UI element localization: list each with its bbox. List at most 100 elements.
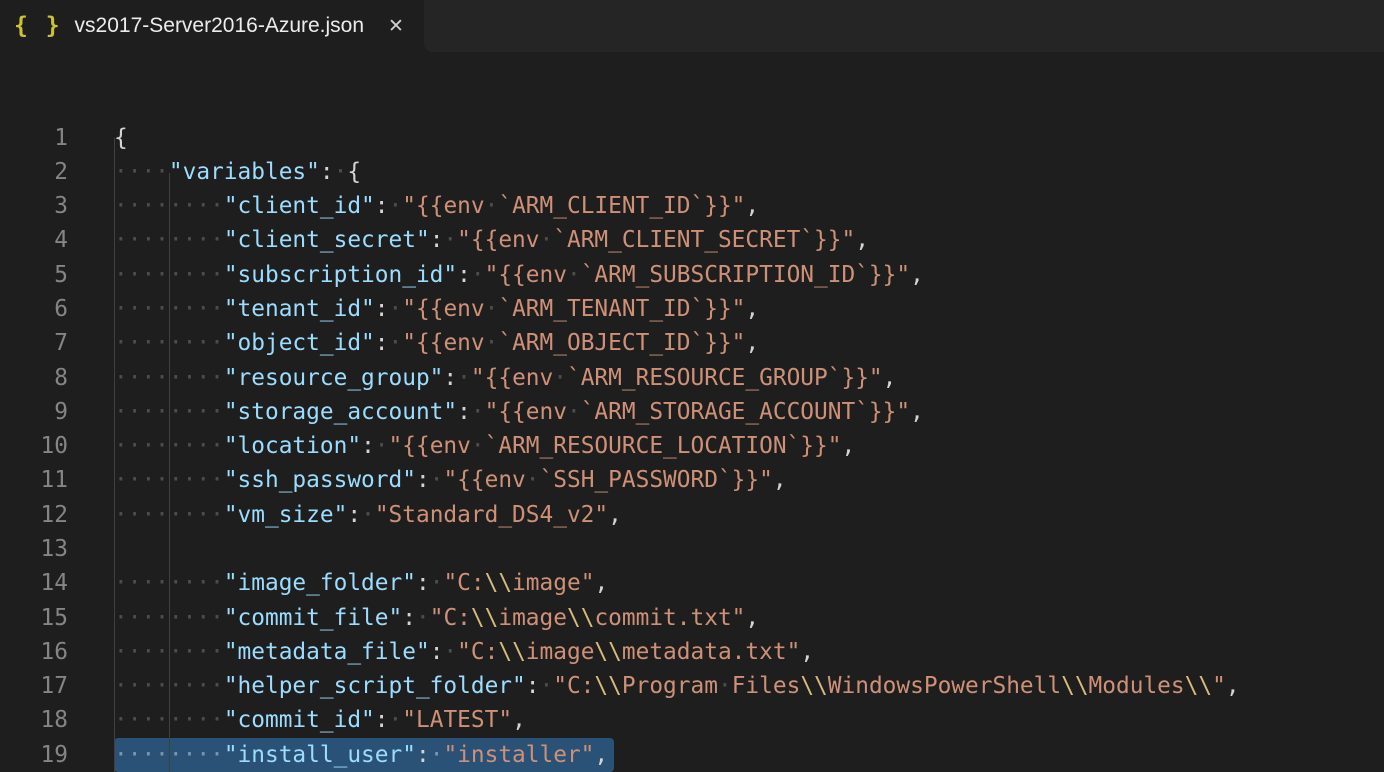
- line-number[interactable]: 7: [0, 326, 68, 360]
- code-token: "image_folder": [224, 570, 416, 596]
- code-line[interactable]: ········"object_id":·"{{env·`ARM_OBJECT_…: [114, 326, 759, 360]
- line-number[interactable]: 13: [0, 532, 68, 566]
- code-token: image: [498, 605, 567, 631]
- code-token: "{{env: [402, 330, 484, 356]
- line-number[interactable]: 10: [0, 429, 68, 463]
- code-token: ,: [800, 639, 814, 665]
- code-line[interactable]: ········"commit_file":·"C:\\image\\commi…: [114, 601, 759, 635]
- code-line[interactable]: ········"image_folder":·"C:\\image",: [114, 566, 608, 600]
- editor-row: 9········"storage_account":·"{{env·`ARM_…: [0, 395, 1384, 429]
- code-token: `ARM_STORAGE_ACCOUNT`}}": [581, 399, 910, 425]
- line-number[interactable]: 5: [0, 258, 68, 292]
- code-line[interactable]: ········"ssh_password":·"{{env·`SSH_PASS…: [114, 463, 787, 497]
- editor-row: 17········"helper_script_folder":·"C:\\P…: [0, 669, 1384, 703]
- code-line[interactable]: ········"install_user":·"installer",: [114, 738, 614, 772]
- line-number[interactable]: 11: [0, 463, 68, 497]
- code-token: "resource_group": [224, 365, 444, 391]
- code-token: :: [443, 365, 457, 391]
- line-number[interactable]: 3: [0, 189, 68, 223]
- editor-row: 5········"subscription_id":·"{{env·`ARM_…: [0, 258, 1384, 292]
- code-token: commit.txt": [594, 605, 745, 631]
- code-line[interactable]: ········"subscription_id":·"{{env·`ARM_S…: [114, 258, 924, 292]
- line-number[interactable]: 18: [0, 703, 68, 737]
- line-number[interactable]: 15: [0, 601, 68, 635]
- code-token: "vm_size": [224, 502, 348, 528]
- tab-bar: { } vs2017-Server2016-Azure.json ✕: [0, 0, 1384, 52]
- code-line[interactable]: ········"client_secret":·"{{env·`ARM_CLI…: [114, 223, 869, 257]
- code-token: \\: [1185, 673, 1212, 699]
- code-line[interactable]: ····"variables":·{: [114, 155, 361, 189]
- code-token: {: [347, 159, 361, 185]
- editor-row: 3········"client_id":·"{{env·`ARM_CLIENT…: [0, 189, 1384, 223]
- code-token: "{{env: [471, 365, 553, 391]
- code-token: "LATEST": [402, 707, 512, 733]
- whitespace-dots: ·: [567, 399, 581, 425]
- code-token: ,: [512, 707, 526, 733]
- line-number[interactable]: 9: [0, 395, 68, 429]
- tab-close-icon[interactable]: ✕: [388, 17, 404, 36]
- line-number[interactable]: 4: [0, 223, 68, 257]
- code-line[interactable]: ········"tenant_id":·"{{env·`ARM_TENANT_…: [114, 292, 759, 326]
- code-line[interactable]: ········"client_id":·"{{env·`ARM_CLIENT_…: [114, 189, 759, 223]
- code-token: :: [526, 673, 540, 699]
- code-token: \\: [567, 605, 594, 631]
- line-number[interactable]: 8: [0, 361, 68, 395]
- code-token: "{{env: [402, 296, 484, 322]
- code-line[interactable]: ········"location":·"{{env·`ARM_RESOURCE…: [114, 429, 855, 463]
- code-token: ,: [745, 330, 759, 356]
- whitespace-dots: ·: [389, 296, 403, 322]
- indent-guide: [114, 138, 115, 772]
- whitespace-dots: ·: [430, 467, 444, 493]
- code-token: ,: [883, 365, 897, 391]
- code-token: "Standard_DS4_v2": [375, 502, 608, 528]
- code-token: :: [416, 570, 430, 596]
- line-number[interactable]: 12: [0, 498, 68, 532]
- code-line[interactable]: ········"vm_size":·"Standard_DS4_v2",: [114, 498, 622, 532]
- code-token: "{{env: [457, 227, 539, 253]
- whitespace-dots: ·: [540, 673, 554, 699]
- code-token: `ARM_SUBSCRIPTION_ID`}}": [581, 262, 910, 288]
- code-line[interactable]: ········"helper_script_folder":·"C:\\Pro…: [114, 669, 1240, 703]
- code-token: :: [457, 399, 471, 425]
- tab-active-json-file[interactable]: { } vs2017-Server2016-Azure.json ✕: [0, 0, 424, 52]
- line-number[interactable]: 17: [0, 669, 68, 703]
- code-token: WindowsPowerShell: [828, 673, 1061, 699]
- whitespace-dots: ·: [526, 467, 540, 493]
- line-number[interactable]: 19: [0, 738, 68, 772]
- tab-title: vs2017-Server2016-Azure.json: [75, 14, 365, 38]
- code-token: ,: [910, 399, 924, 425]
- code-editor[interactable]: 1 {2 ····"variables":·{ 3 · · · · · · · · "client_id…: [0, 52, 1384, 772]
- code-token: "C:: [553, 673, 594, 699]
- code-line[interactable]: ········"metadata_file":·"C:\\image\\met…: [114, 635, 814, 669]
- line-number[interactable]: 1: [0, 121, 68, 155]
- code-token: :: [375, 707, 389, 733]
- line-number[interactable]: 2: [0, 155, 68, 189]
- code-token: "C:: [443, 570, 484, 596]
- code-token: ": [1212, 673, 1226, 699]
- code-token: "subscription_id": [224, 262, 457, 288]
- code-token: "install_user": [224, 742, 416, 768]
- code-line[interactable]: ········"storage_account":·"{{env·`ARM_S…: [114, 395, 924, 429]
- whitespace-dots: ·: [443, 639, 457, 665]
- whitespace-dots: ·: [485, 193, 499, 219]
- code-token: "metadata_file": [224, 639, 430, 665]
- line-number[interactable]: 6: [0, 292, 68, 326]
- whitespace-dots: ·: [567, 262, 581, 288]
- code-token: "{{env: [389, 433, 471, 459]
- code-token: ,: [1226, 673, 1240, 699]
- editor-row: 19 ········"install_user":·"installer",: [0, 738, 1384, 772]
- code-token: :: [457, 262, 471, 288]
- line-number[interactable]: 14: [0, 566, 68, 600]
- editor-row: 2 ····"variables":·{: [0, 155, 1384, 189]
- code-token: "{{env: [485, 399, 567, 425]
- code-line[interactable]: ········"commit_id":·"LATEST",: [114, 703, 526, 737]
- indent-guide: [169, 173, 170, 772]
- code-token: "commit_id": [224, 707, 375, 733]
- line-number[interactable]: 16: [0, 635, 68, 669]
- code-token: \\: [594, 639, 621, 665]
- code-token: "storage_account": [224, 399, 457, 425]
- code-line[interactable]: ········"resource_group":·"{{env·`ARM_RE…: [114, 361, 896, 395]
- code-token: "client_id": [224, 193, 375, 219]
- code-line[interactable]: {: [114, 121, 128, 155]
- code-token: "{{env: [485, 262, 567, 288]
